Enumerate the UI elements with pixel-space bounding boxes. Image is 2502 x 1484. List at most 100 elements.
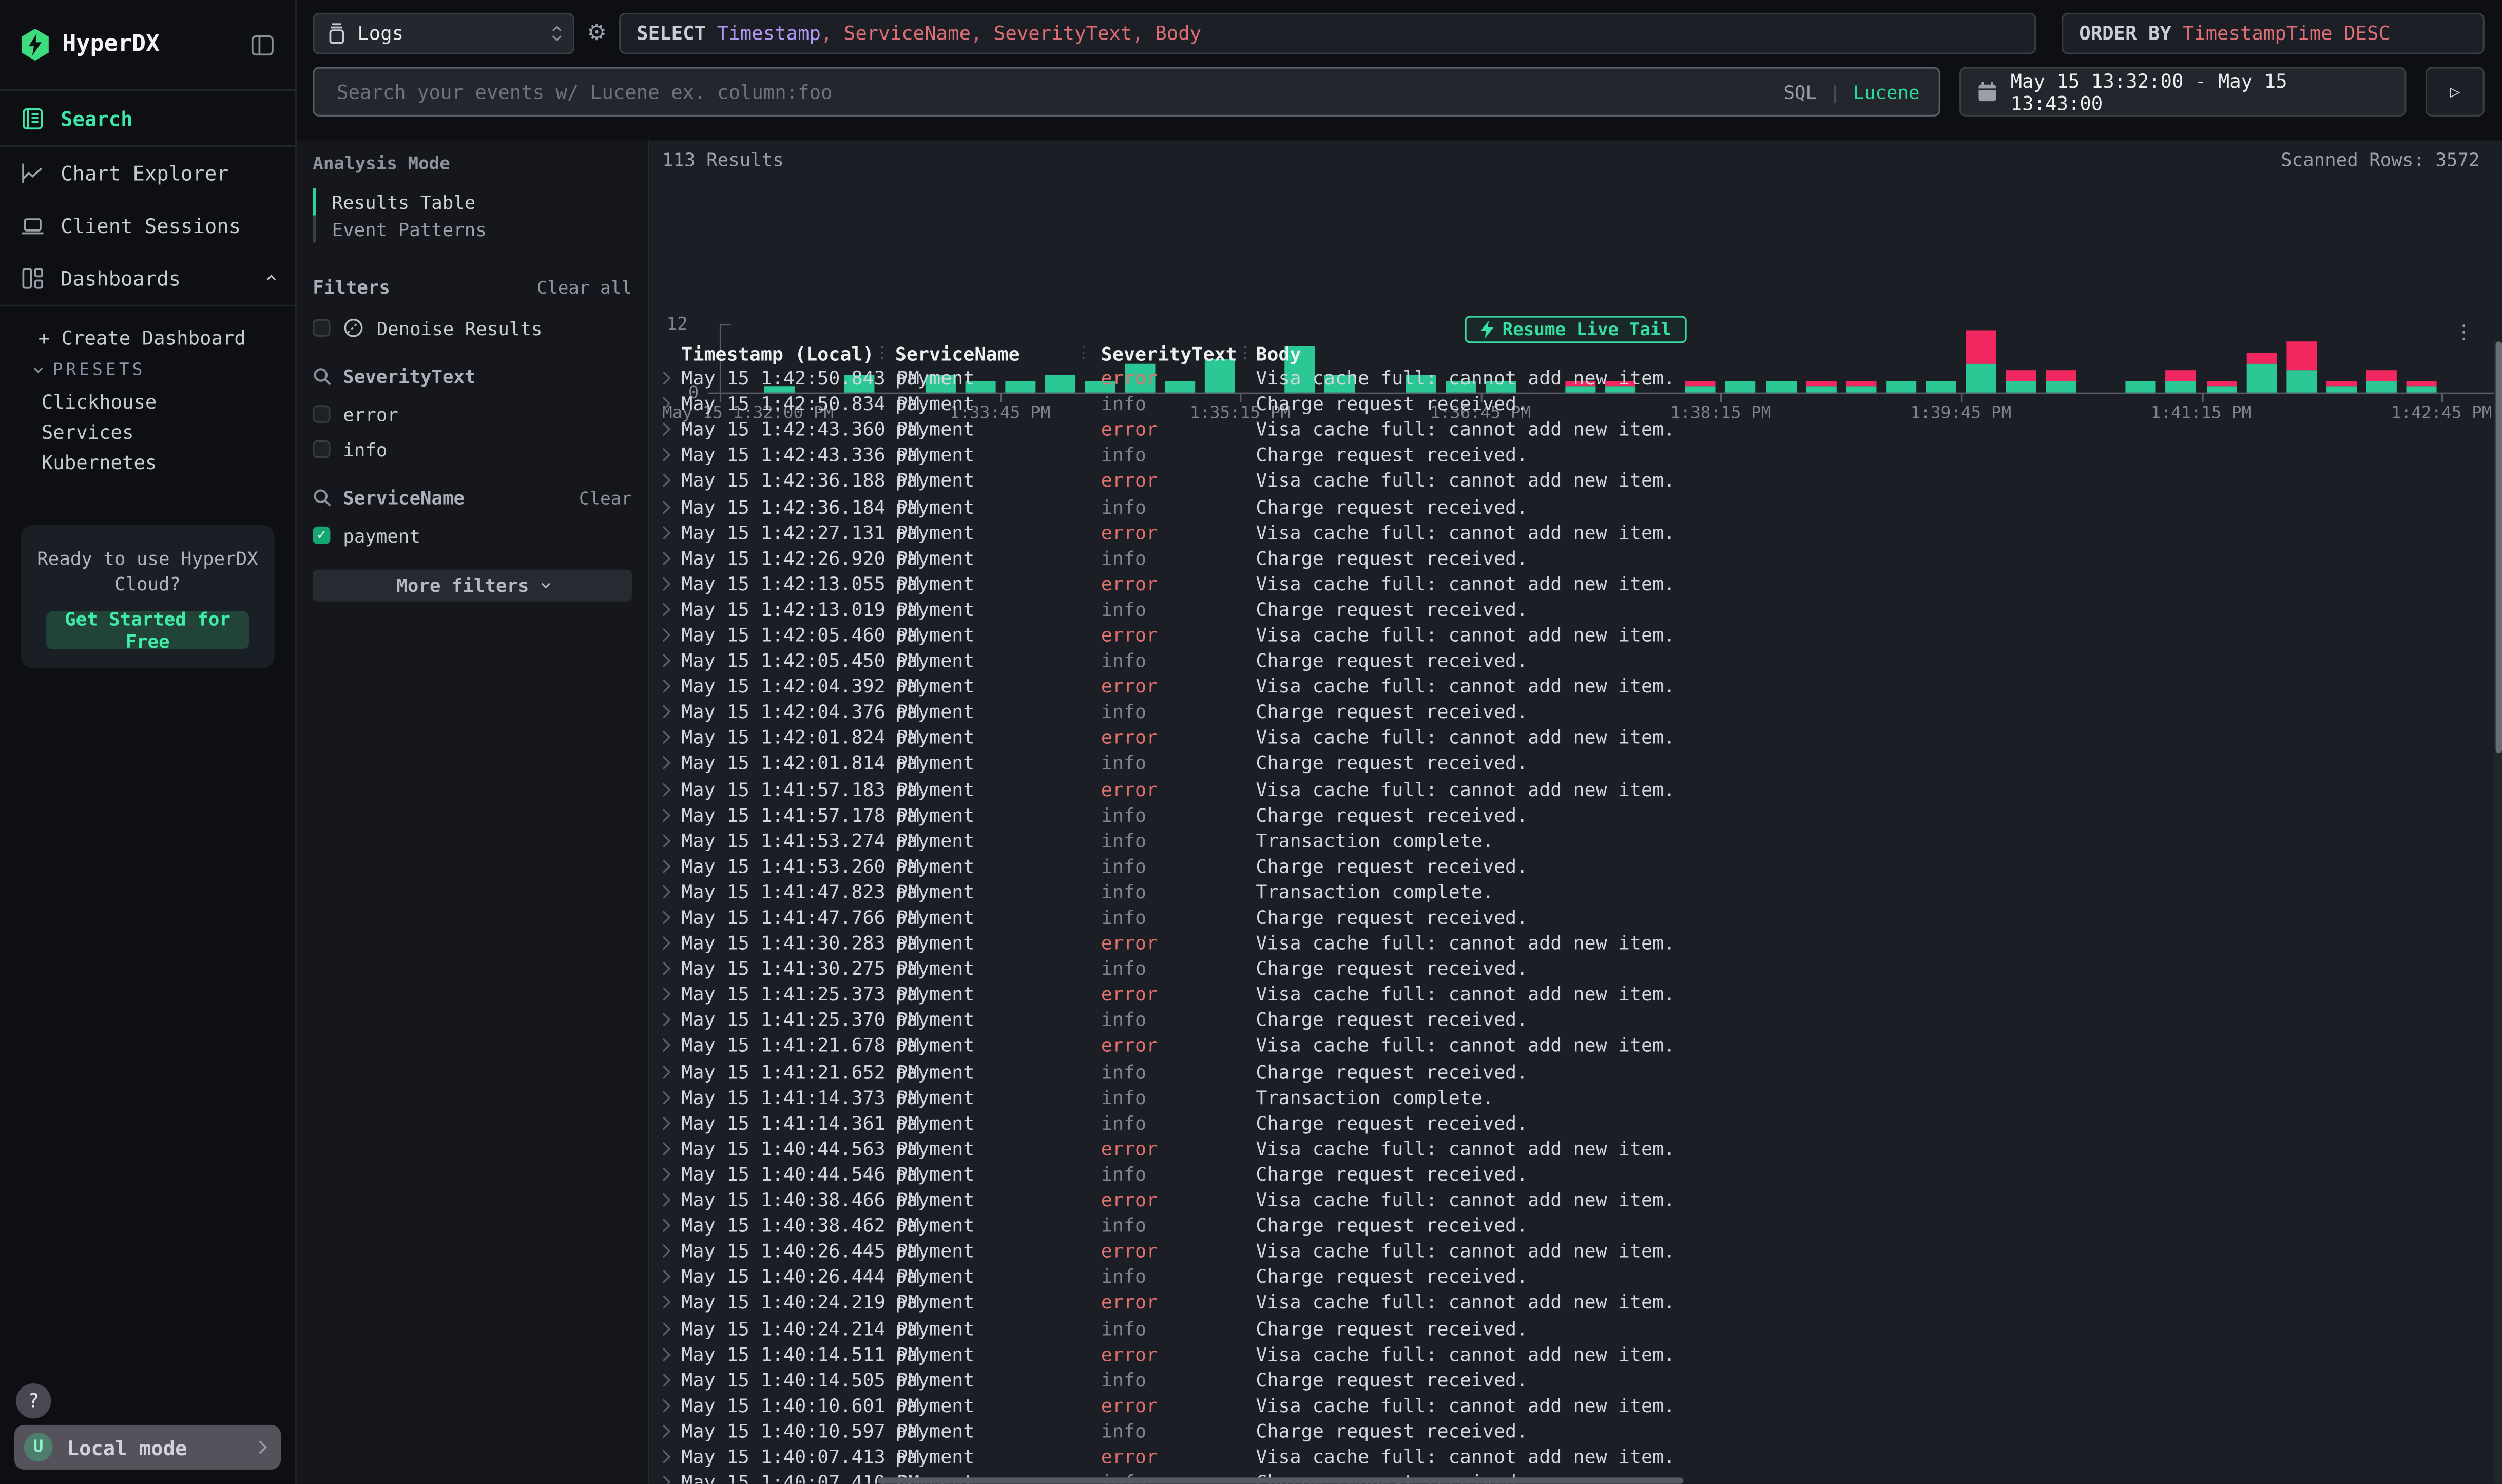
analysis-mode-results-table[interactable]: Results Table — [313, 188, 632, 216]
local-mode-button[interactable]: U Local mode — [14, 1425, 281, 1470]
sidebar-item-client-sessions[interactable]: Client Sessions — [0, 200, 295, 253]
source-select[interactable]: Logs — [313, 13, 574, 54]
expand-row-chevron-icon[interactable] — [654, 1221, 681, 1230]
expand-row-chevron-icon[interactable] — [654, 476, 681, 486]
log-row[interactable]: May 15 1:40:26.445 PMpaymenterrorVisa ca… — [654, 1239, 2479, 1264]
log-row[interactable]: May 15 1:42:36.184 PMpaymentinfoCharge r… — [654, 494, 2479, 519]
column-header-body[interactable]: Body — [1256, 342, 2479, 365]
log-row[interactable]: May 15 1:41:53.260 PMpaymentinfoCharge r… — [654, 853, 2479, 879]
log-row[interactable]: May 15 1:40:24.219 PMpaymenterrorVisa ca… — [654, 1290, 2479, 1316]
sidebar-item-dashboards[interactable]: Dashboards — [0, 252, 295, 305]
log-row[interactable]: May 15 1:42:36.188 PMpaymenterrorVisa ca… — [654, 468, 2479, 494]
expand-row-chevron-icon[interactable] — [654, 1195, 681, 1205]
log-row[interactable]: May 15 1:42:05.450 PMpaymentinfoCharge r… — [654, 648, 2479, 673]
column-header-servicename[interactable]: ServiceName⋮ — [895, 342, 1101, 365]
expand-row-chevron-icon[interactable] — [654, 1350, 681, 1359]
expand-row-chevron-icon[interactable] — [654, 1092, 681, 1102]
preset-item-kubernetes[interactable]: Kubernetes — [0, 447, 295, 477]
log-row[interactable]: May 15 1:41:47.766 PMpaymentinfoCharge r… — [654, 904, 2479, 930]
log-row[interactable]: May 15 1:42:50.834 PMpaymentinfoCharge r… — [654, 391, 2479, 417]
expand-row-chevron-icon[interactable] — [654, 1118, 681, 1128]
expand-row-chevron-icon[interactable] — [654, 682, 681, 691]
time-range-picker[interactable]: May 15 13:32:00 - May 15 13:43:00 — [1959, 67, 2406, 117]
log-row[interactable]: May 15 1:40:38.466 PMpaymenterrorVisa ca… — [654, 1187, 2479, 1213]
log-row[interactable]: May 15 1:40:14.505 PMpaymentinfoCharge r… — [654, 1367, 2479, 1393]
preset-item-clickhouse[interactable]: Clickhouse — [0, 386, 295, 416]
log-row[interactable]: May 15 1:42:27.131 PMpaymenterrorVisa ca… — [654, 519, 2479, 545]
log-row[interactable]: May 15 1:40:24.214 PMpaymentinfoCharge r… — [654, 1316, 2479, 1341]
expand-row-chevron-icon[interactable] — [654, 861, 681, 871]
log-row[interactable]: May 15 1:40:26.444 PMpaymentinfoCharge r… — [654, 1264, 2479, 1290]
log-row[interactable]: May 15 1:41:53.274 PMpaymentinfoTransact… — [654, 827, 2479, 853]
filter-option-info[interactable]: info — [313, 436, 632, 463]
log-row[interactable]: May 15 1:41:30.283 PMpaymenterrorVisa ca… — [654, 930, 2479, 956]
resume-live-tail-button[interactable]: Resume Live Tail — [1464, 316, 1687, 343]
log-row[interactable]: May 15 1:42:13.055 PMpaymenterrorVisa ca… — [654, 571, 2479, 596]
denoise-results-option[interactable]: Denoise Results — [313, 314, 632, 341]
expand-row-chevron-icon[interactable] — [654, 784, 681, 794]
search-input[interactable] — [334, 79, 1771, 105]
log-row[interactable]: May 15 1:41:30.275 PMpaymentinfoCharge r… — [654, 956, 2479, 981]
expand-row-chevron-icon[interactable] — [654, 528, 681, 537]
run-query-button[interactable]: ▷ — [2426, 67, 2485, 117]
expand-row-chevron-icon[interactable] — [654, 374, 681, 383]
log-row[interactable]: May 15 1:41:21.652 PMpaymentinfoCharge r… — [654, 1059, 2479, 1085]
column-separator-icon[interactable]: ⋮ — [1237, 344, 1253, 362]
expand-row-chevron-icon[interactable] — [654, 1427, 681, 1436]
expand-row-chevron-icon[interactable] — [654, 1272, 681, 1282]
log-row[interactable]: May 15 1:41:57.178 PMpaymentinfoCharge r… — [654, 802, 2479, 827]
expand-row-chevron-icon[interactable] — [654, 1169, 681, 1179]
log-row[interactable]: May 15 1:41:25.373 PMpaymenterrorVisa ca… — [654, 981, 2479, 1007]
expand-row-chevron-icon[interactable] — [654, 1144, 681, 1153]
expand-row-chevron-icon[interactable] — [654, 913, 681, 922]
more-filters-button[interactable]: More filters — [313, 570, 632, 602]
order-by-input[interactable]: ORDER BY TimestampTime DESC — [2062, 13, 2485, 54]
log-row[interactable]: May 15 1:41:14.361 PMpaymentinfoCharge r… — [654, 1110, 2479, 1136]
column-header-severitytext[interactable]: SeverityText⋮ — [1101, 342, 1256, 365]
expand-row-chevron-icon[interactable] — [654, 553, 681, 563]
expand-row-chevron-icon[interactable] — [654, 425, 681, 435]
expand-row-chevron-icon[interactable] — [654, 1067, 681, 1076]
log-row[interactable]: May 15 1:42:05.460 PMpaymenterrorVisa ca… — [654, 622, 2479, 648]
log-row[interactable]: May 15 1:41:25.370 PMpaymentinfoCharge r… — [654, 1007, 2479, 1033]
expand-row-chevron-icon[interactable] — [654, 1041, 681, 1051]
log-row[interactable]: May 15 1:41:47.823 PMpaymentinfoTransact… — [654, 879, 2479, 904]
log-row[interactable]: May 15 1:40:10.601 PMpaymenterrorVisa ca… — [654, 1393, 2479, 1418]
log-row[interactable]: May 15 1:40:07.413 PMpaymenterrorVisa ca… — [654, 1444, 2479, 1470]
vertical-scrollbar-thumb[interactable] — [2495, 341, 2501, 753]
log-row[interactable]: May 15 1:40:38.462 PMpaymentinfoCharge r… — [654, 1213, 2479, 1239]
log-row[interactable]: May 15 1:42:13.019 PMpaymentinfoCharge r… — [654, 596, 2479, 622]
log-row[interactable]: May 15 1:41:14.373 PMpaymentinfoTransact… — [654, 1085, 2479, 1110]
log-row[interactable]: May 15 1:40:44.546 PMpaymentinfoCharge r… — [654, 1162, 2479, 1187]
expand-row-chevron-icon[interactable] — [654, 836, 681, 845]
mode-sql-toggle[interactable]: SQL — [1783, 81, 1817, 103]
denoise-checkbox[interactable] — [313, 319, 330, 337]
sidebar-item-search[interactable]: Search — [0, 91, 295, 145]
column-separator-icon[interactable]: ⋮ — [874, 344, 890, 362]
expand-row-chevron-icon[interactable] — [654, 759, 681, 768]
column-separator-icon[interactable]: ⋮ — [1075, 344, 1091, 362]
expand-row-chevron-icon[interactable] — [654, 579, 681, 589]
clear-group-link[interactable]: Clear — [579, 488, 632, 508]
create-dashboard-link[interactable]: + Create Dashboard — [0, 322, 295, 354]
expand-row-chevron-icon[interactable] — [654, 1375, 681, 1385]
presets-toggle[interactable]: PRESETS — [0, 354, 295, 386]
clear-all-link[interactable]: Clear all — [537, 277, 632, 297]
expand-row-chevron-icon[interactable] — [654, 399, 681, 409]
checkbox[interactable] — [313, 440, 330, 458]
log-row[interactable]: May 15 1:42:01.814 PMpaymentinfoCharge r… — [654, 750, 2479, 776]
preset-item-services[interactable]: Services — [0, 416, 295, 447]
log-row[interactable]: May 15 1:42:43.360 PMpaymenterrorVisa ca… — [654, 417, 2479, 442]
collapse-sidebar-icon[interactable] — [251, 33, 275, 57]
checkbox[interactable]: ✓ — [313, 527, 330, 544]
expand-row-chevron-icon[interactable] — [654, 1452, 681, 1462]
log-row[interactable]: May 15 1:42:43.336 PMpaymentinfoCharge r… — [654, 442, 2479, 468]
sidebar-item-chart-explorer[interactable]: Chart Explorer — [0, 147, 295, 200]
expand-row-chevron-icon[interactable] — [654, 630, 681, 640]
log-row[interactable]: May 15 1:42:01.824 PMpaymenterrorVisa ca… — [654, 725, 2479, 750]
expand-row-chevron-icon[interactable] — [654, 707, 681, 717]
expand-row-chevron-icon[interactable] — [654, 1323, 681, 1333]
expand-row-chevron-icon[interactable] — [654, 451, 681, 460]
expand-row-chevron-icon[interactable] — [654, 502, 681, 512]
expand-row-chevron-icon[interactable] — [654, 733, 681, 743]
